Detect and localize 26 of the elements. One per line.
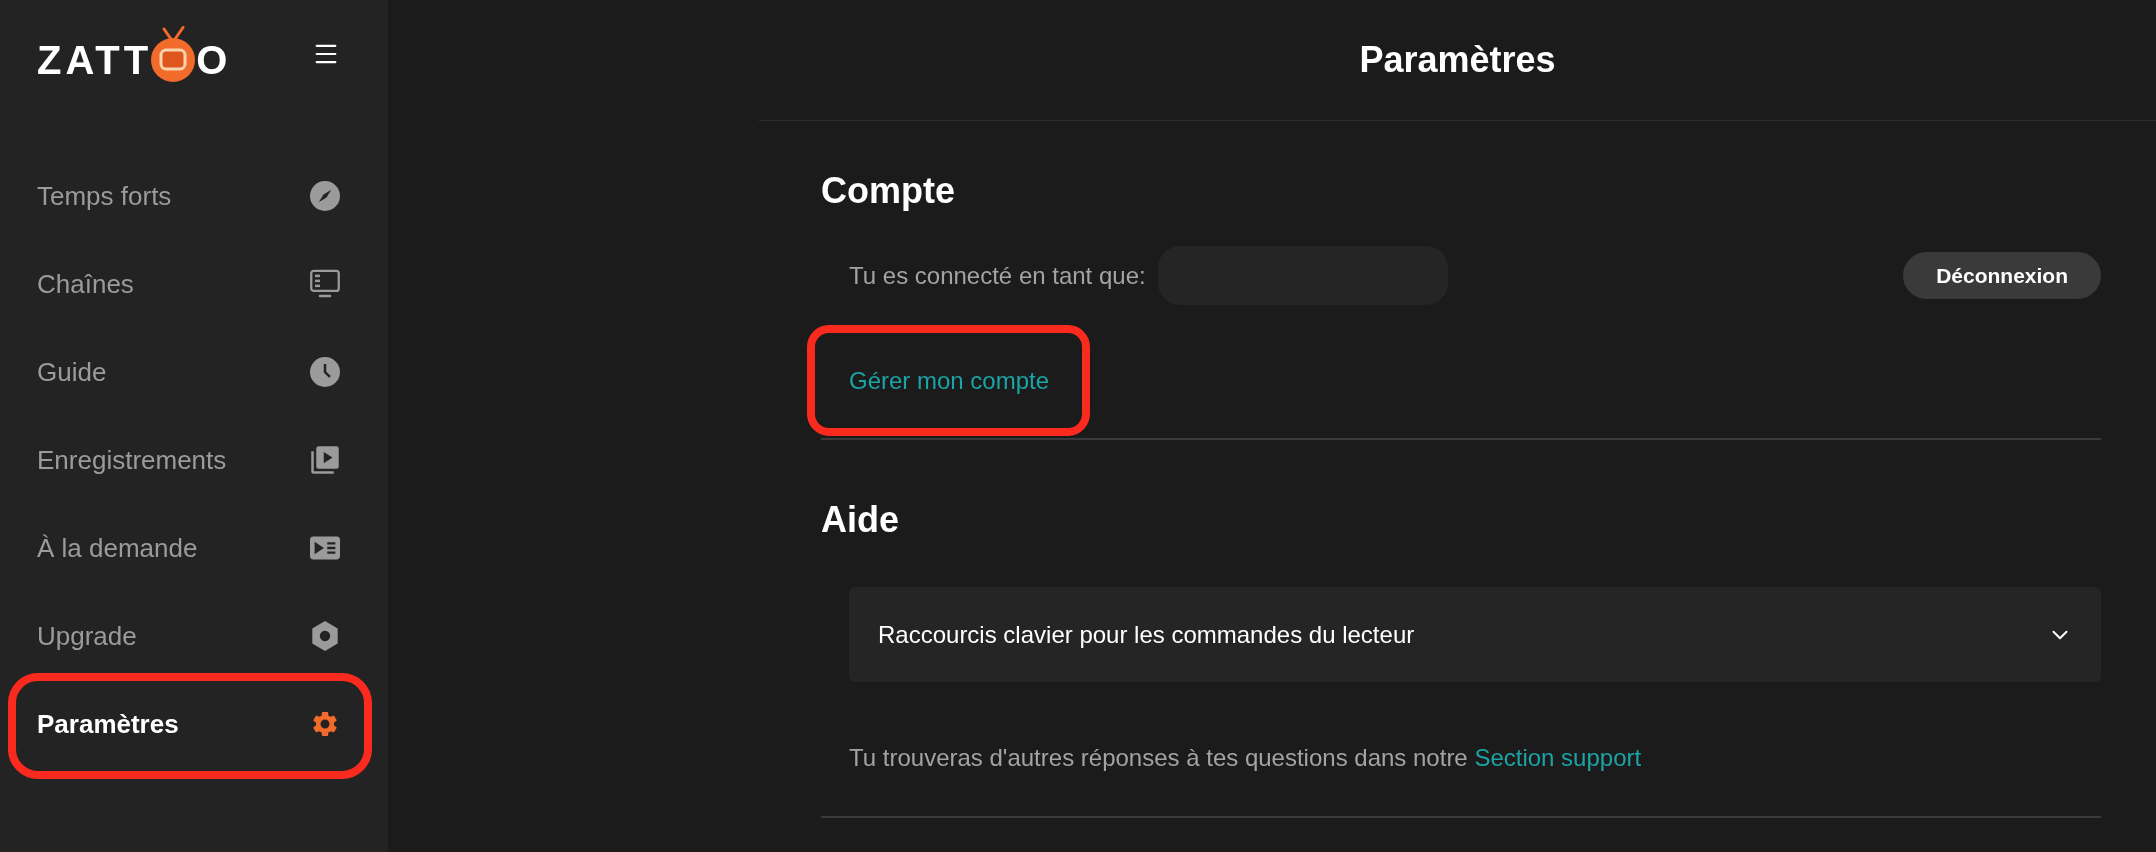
play-stack-icon	[310, 445, 340, 475]
logout-button[interactable]: Déconnexion	[1903, 252, 2101, 299]
nav-item[interactable]: Upgrade	[37, 592, 340, 680]
hexagon-icon	[310, 621, 340, 651]
play-list-icon	[310, 533, 340, 563]
logo-text: O	[196, 38, 228, 82]
tv-logo-icon	[150, 26, 197, 82]
nav-item[interactable]: Temps forts	[37, 152, 340, 240]
page-title: Paramètres	[1359, 38, 1556, 82]
nav-item[interactable]: À la demande	[37, 504, 340, 592]
section-title: Compte	[821, 171, 956, 211]
clock-icon	[310, 357, 340, 387]
tv-icon	[310, 269, 340, 299]
manage-account-link[interactable]: Gérer mon compte	[849, 366, 1050, 396]
section-title: Aide	[821, 500, 900, 540]
support-text: Tu trouveras d'autres réponses à tes questions dans notre Section support	[848, 743, 1643, 773]
settings-icon	[310, 709, 340, 739]
nav-item[interactable]: Chaînes	[37, 240, 340, 328]
signed-in-label: Tu es connecté en tant que:	[849, 260, 1146, 291]
support-link[interactable]: Section support	[1474, 744, 1642, 771]
nav-item[interactable]: Guide	[37, 328, 340, 416]
nav-item[interactable]: Paramètres	[37, 680, 340, 768]
nav-item[interactable]: Enregistrements	[37, 416, 340, 504]
compass-icon	[310, 181, 340, 211]
accordion-header[interactable]: Raccourcis clavier pour les commandes du lecteur	[849, 587, 2101, 682]
logo-text: ZATT	[37, 38, 153, 82]
